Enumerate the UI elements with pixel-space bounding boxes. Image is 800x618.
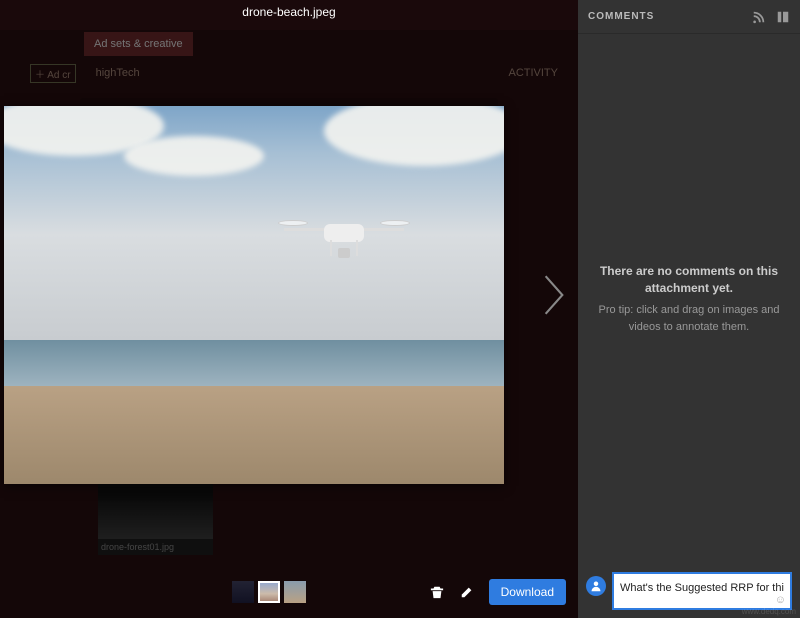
- watermark: www.dedq.com: [742, 607, 796, 616]
- drone-illustration: [284, 206, 404, 266]
- download-button[interactable]: Download: [489, 579, 566, 605]
- comments-empty-title: There are no comments on this attachment…: [598, 263, 780, 297]
- attachment-viewer: drone-beach.jpeg: [0, 0, 578, 618]
- file-title: drone-beach.jpeg: [242, 5, 335, 19]
- comments-empty-tip: Pro tip: click and drag on images and vi…: [598, 302, 780, 335]
- comment-input-container[interactable]: ☺: [612, 572, 792, 610]
- image-preview[interactable]: [4, 106, 504, 484]
- thumbnail-1[interactable]: [232, 581, 254, 603]
- next-arrow[interactable]: [536, 255, 572, 335]
- comment-input[interactable]: [620, 582, 784, 594]
- comments-panel: COMMENTS There are no comments on this a…: [578, 0, 800, 618]
- edit-icon[interactable]: [459, 584, 475, 600]
- delete-icon[interactable]: [429, 584, 445, 600]
- comments-heading: COMMENTS: [588, 11, 654, 22]
- thumbnail-3[interactable]: [284, 581, 306, 603]
- emoji-icon[interactable]: ☺: [775, 594, 786, 606]
- avatar: [586, 576, 606, 596]
- rss-icon[interactable]: [752, 10, 766, 24]
- thumbnail-strip: [232, 581, 306, 603]
- collapse-panel-icon[interactable]: [776, 10, 790, 24]
- thumbnail-2-selected[interactable]: [258, 581, 280, 603]
